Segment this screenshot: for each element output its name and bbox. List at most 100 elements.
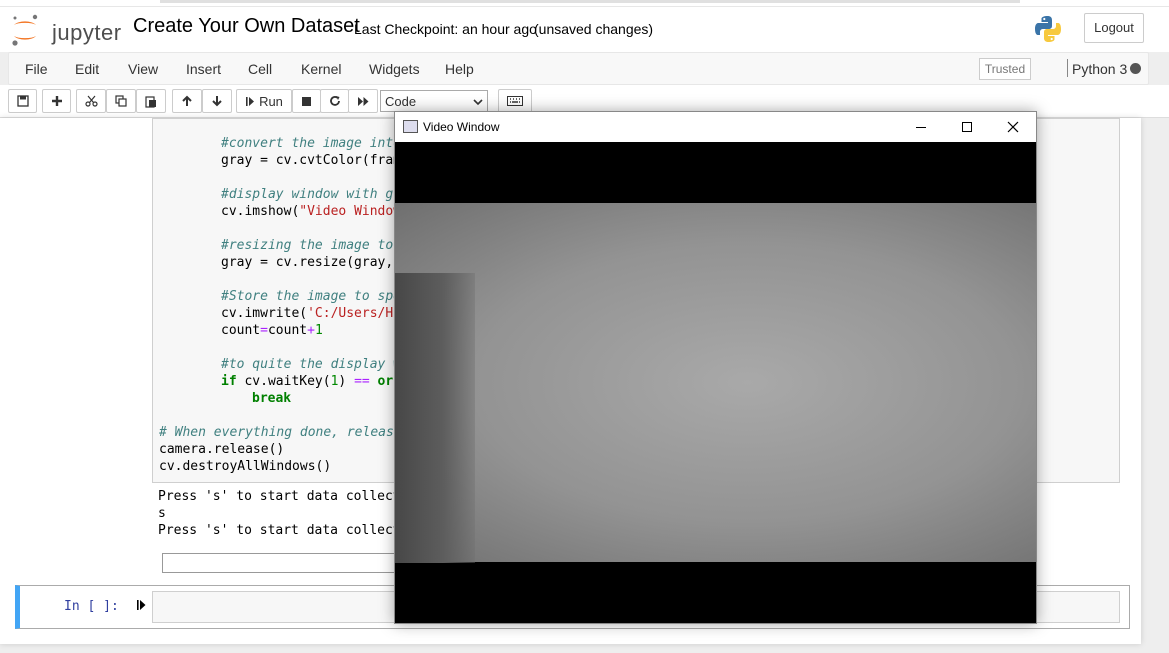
- checkpoint-status: Last Checkpoint: an hour ago: [354, 21, 537, 37]
- code-text: cv.imshow(: [221, 204, 300, 219]
- run-cursor-icon: [137, 599, 147, 614]
- logo-text: jupyter: [52, 20, 122, 45]
- code-line: count=count+1: [221, 322, 323, 339]
- code-line: camera.release(): [159, 441, 284, 458]
- keyboard-icon: [507, 96, 523, 106]
- menu-kernel[interactable]: Kernel: [301, 61, 341, 77]
- kernel-name[interactable]: Python 3: [1072, 61, 1127, 77]
- frame-dark-object: [395, 273, 475, 563]
- top-strip: [0, 0, 1169, 7]
- menu-help[interactable]: Help: [445, 61, 474, 77]
- code-text: ): [338, 374, 355, 389]
- code-text: cv.imwrite(: [221, 306, 308, 321]
- code-line: cv.imshow("Video Window: [221, 203, 401, 220]
- python-logo-icon: [1032, 13, 1064, 45]
- horizontal-scrollbar[interactable]: [160, 0, 1020, 3]
- notebook-name[interactable]: Create Your Own Dataset: [133, 15, 360, 38]
- maximize-button[interactable]: [944, 112, 990, 142]
- output-line: Press 's' to start data collect: [158, 523, 401, 538]
- code-text: camera.release(): [159, 442, 285, 457]
- jupyter-logo[interactable]: jupyter: [10, 13, 125, 47]
- output-line: Press 's' to start data collect: [158, 489, 401, 504]
- code-line: break: [252, 390, 291, 407]
- cut-button[interactable]: [76, 89, 106, 113]
- cell-type-value: Code: [385, 94, 417, 109]
- code-comment: #convert the image into: [221, 136, 402, 151]
- code-string: "Video Window: [299, 204, 402, 219]
- jupyter-logo-icon: [12, 14, 38, 46]
- code-comment: #Store the image to spe: [221, 289, 402, 304]
- minimize-button[interactable]: [898, 112, 944, 142]
- code-operator: =: [260, 323, 268, 338]
- code-line: gray = cv.cvtColor(fram: [221, 152, 401, 169]
- menubar: File Edit View Insert Cell Kernel Widget…: [8, 52, 1149, 85]
- code-operator: +: [307, 323, 315, 338]
- cut-icon: [84, 95, 98, 107]
- kernel-separator: [1067, 59, 1068, 77]
- video-window[interactable]: Video Window: [394, 111, 1037, 624]
- close-icon: [1007, 121, 1019, 133]
- copy-button[interactable]: [106, 89, 136, 113]
- code-operator: ==: [354, 374, 370, 389]
- minimize-icon: [916, 127, 926, 128]
- run-button[interactable]: Run: [236, 89, 292, 113]
- code-text: gray = cv.resize(gray,: [221, 255, 394, 270]
- code-string: 'C:/Users/HP: [307, 306, 402, 321]
- move-up-button[interactable]: [172, 89, 202, 113]
- menu-widgets[interactable]: Widgets: [369, 61, 420, 77]
- code-line: #Store the image to spe: [221, 288, 401, 305]
- code-text: cv.waitKey(: [236, 374, 331, 389]
- code-number: 1: [314, 323, 323, 338]
- output-line: s: [158, 506, 166, 521]
- plus-icon: [51, 96, 62, 106]
- restart-button[interactable]: [320, 89, 349, 113]
- restart-run-all-button[interactable]: [348, 89, 378, 113]
- code-keyword: break: [252, 391, 292, 406]
- code-text: count: [267, 323, 308, 338]
- move-down-button[interactable]: [202, 89, 232, 113]
- menu-view[interactable]: View: [128, 61, 158, 77]
- code-line: cv.imwrite('C:/Users/HP: [221, 305, 401, 322]
- command-palette-button[interactable]: [498, 89, 532, 113]
- cell-type-select[interactable]: Code: [380, 90, 488, 112]
- code-line: # When everything done, release: [159, 424, 402, 441]
- insert-cell-button[interactable]: [42, 89, 71, 113]
- trusted-indicator[interactable]: Trusted: [979, 58, 1031, 80]
- cell-prompt: In [ ]:: [64, 599, 119, 614]
- code-comment: #to quite the display w: [221, 357, 402, 372]
- run-label: Run: [259, 93, 283, 109]
- paste-button[interactable]: [136, 89, 166, 113]
- code-comment: #display window with gr: [221, 187, 402, 202]
- save-button[interactable]: [8, 89, 37, 113]
- stdin-input-field[interactable]: [162, 553, 404, 573]
- run-icon: [246, 96, 255, 106]
- menu-edit[interactable]: Edit: [75, 61, 99, 77]
- code-line: #to quite the display w: [221, 356, 401, 373]
- interrupt-button[interactable]: [292, 89, 321, 113]
- video-canvas: [395, 142, 1036, 623]
- close-button[interactable]: [990, 112, 1036, 142]
- arrow-down-icon: [212, 96, 222, 107]
- window-app-icon: [403, 120, 418, 133]
- code-comment: # When everything done, release: [159, 425, 402, 440]
- logout-button[interactable]: Logout: [1084, 13, 1144, 43]
- video-window-title: Video Window: [423, 120, 500, 134]
- fast-forward-icon: [357, 96, 368, 106]
- paste-icon: [145, 95, 156, 108]
- code-line: gray = cv.resize(gray,: [221, 254, 393, 271]
- kernel-status-icon: [1130, 63, 1141, 74]
- maximize-icon: [962, 122, 972, 132]
- code-line: #convert the image into: [221, 135, 401, 152]
- code-line: if cv.waitKey(1) == orc: [221, 373, 401, 390]
- menu-cell[interactable]: Cell: [248, 61, 272, 77]
- code-text: gray = cv.cvtColor(fram: [221, 153, 402, 168]
- stop-icon: [302, 96, 311, 106]
- copy-icon: [115, 95, 127, 107]
- menu-file[interactable]: File: [25, 61, 48, 77]
- autosave-status: (unsaved changes): [534, 21, 654, 37]
- grayscale-camera-frame: [395, 203, 1036, 563]
- menu-insert[interactable]: Insert: [186, 61, 221, 77]
- restart-icon: [329, 96, 340, 106]
- code-text: count: [221, 323, 261, 338]
- video-window-titlebar[interactable]: Video Window: [395, 112, 1036, 142]
